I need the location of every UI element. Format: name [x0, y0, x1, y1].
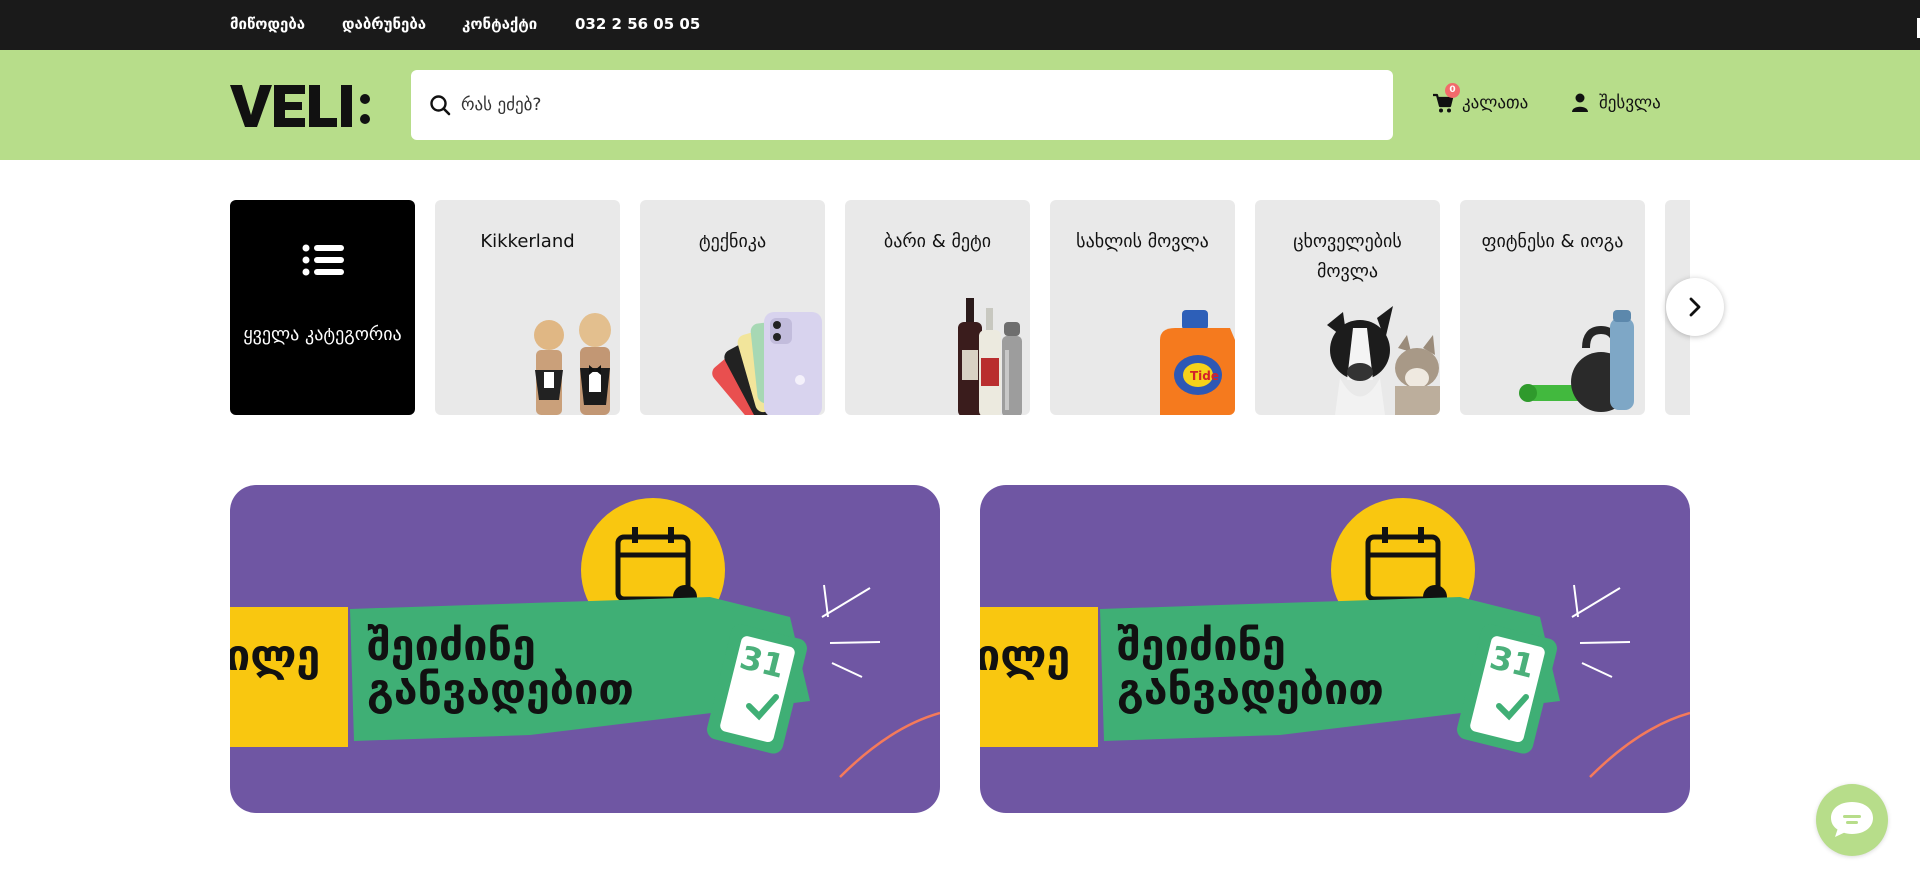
login-label: შესვლა — [1599, 93, 1661, 113]
list-icon — [302, 244, 344, 276]
category-kikkerland[interactable]: Kikkerland — [435, 200, 620, 415]
topbar-link-contact[interactable]: კონტაქტი — [462, 15, 537, 33]
banner-title-line1: შეიძინე — [1117, 621, 1286, 671]
banner-title-line2: განვადებით — [1117, 665, 1384, 715]
logo[interactable] — [230, 81, 398, 131]
banner-title-line2: განვადებით — [367, 665, 634, 715]
category-pet-care[interactable]: ცხოველების მოვლა — [1255, 200, 1440, 415]
banner-fragment-text: ილე — [980, 631, 1071, 681]
chevron-right-icon — [1689, 297, 1701, 317]
category-home-care[interactable]: Tide სახლის მოვლა — [1050, 200, 1235, 415]
category-carousel: ყველა კატეგორია Kikkerland ტექნიკა ბარი … — [230, 200, 1690, 415]
installment-illustration — [230, 498, 940, 778]
category-fitness-yoga[interactable]: ფიტნესი & იოგა — [1460, 200, 1645, 415]
search-icon[interactable] — [429, 94, 451, 116]
login-button[interactable]: შესვლა — [1571, 90, 1661, 116]
svg-text:Tide: Tide — [1190, 369, 1219, 383]
category-label: ბარი & მეტი — [883, 231, 992, 252]
category-all[interactable]: ყველა კატეგორია — [230, 200, 415, 415]
category-label: Kikkerland — [480, 231, 575, 252]
topbar-link-delivery[interactable]: მიწოდება — [230, 15, 305, 33]
category-label: ტექნიკა — [698, 231, 767, 252]
user-icon — [1572, 93, 1588, 112]
carousel-next-button[interactable] — [1666, 278, 1724, 336]
cart-count-badge: 0 — [1445, 83, 1460, 98]
category-label: ცხოველების მოვლა — [1293, 231, 1402, 282]
banner-title-line1: შეიძინე — [367, 621, 536, 671]
banner-fragment-text: ილე — [230, 631, 321, 681]
installment-illustration — [980, 498, 1690, 778]
topbar-phone[interactable]: 032 2 56 05 05 — [575, 15, 700, 33]
header: 0 კალათა შესვლა — [0, 50, 1920, 160]
category-label: ყველა კატეგორია — [243, 324, 402, 345]
logo-mark — [230, 85, 370, 127]
top-bar: მიწოდება დაბრუნება კონტაქტი 032 2 56 05 … — [0, 0, 1920, 50]
category-technics[interactable]: ტექნიკა — [640, 200, 825, 415]
topbar-link-returns[interactable]: დაბრუნება — [342, 15, 426, 33]
promo-banner-2[interactable]: ილე შეიძინე განვადებით 31 — [980, 485, 1690, 813]
category-label: სახლის მოვლა — [1076, 231, 1209, 252]
cart-label: კალათა — [1462, 93, 1529, 113]
category-label: ფიტნესი & იოგა — [1481, 231, 1624, 252]
category-bar[interactable]: ბარი & მეტი — [845, 200, 1030, 415]
chat-bubble-icon — [1831, 802, 1873, 837]
search-bar — [411, 70, 1393, 140]
cart-button[interactable]: 0 კალათა — [1432, 83, 1529, 116]
cart-icon: 0 — [1432, 83, 1460, 114]
promo-banner-1[interactable]: ილე შეიძინე განვადებით 31 — [230, 485, 940, 813]
search-input[interactable] — [461, 85, 1361, 125]
chat-button[interactable] — [1816, 784, 1888, 856]
